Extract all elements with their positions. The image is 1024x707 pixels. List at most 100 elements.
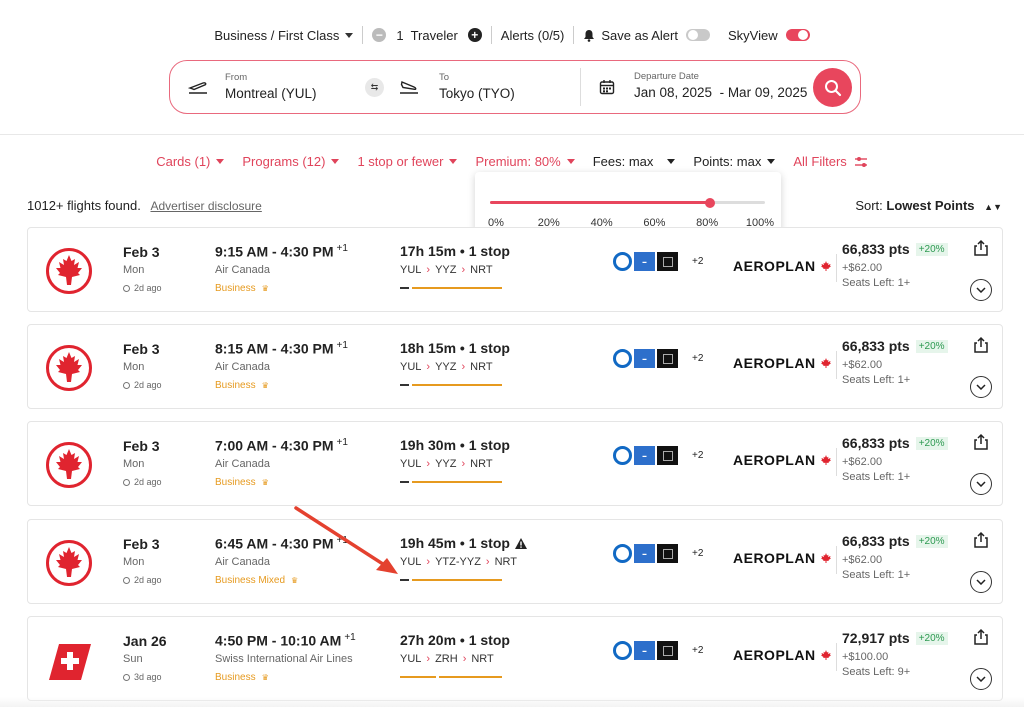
advertiser-disclosure-link[interactable]: Advertiser disclosure <box>150 199 261 213</box>
airport-code: YUL <box>400 264 422 276</box>
to-field[interactable]: To Tokyo (TYO) <box>385 61 580 113</box>
premium-slider-track[interactable] <box>490 197 765 208</box>
from-field[interactable]: From Montreal (YUL) ⇆ <box>170 61 385 113</box>
to-label: To <box>439 72 450 83</box>
airport-code: NRT <box>494 556 518 568</box>
filter-all[interactable]: All Filters <box>784 154 876 169</box>
search-bar: From Montreal (YUL) ⇆ To Tokyo (TYO) Dep… <box>169 60 861 114</box>
chevron-down-icon <box>216 159 225 164</box>
airport-code: YTZ-YYZ <box>435 556 481 568</box>
alerts-link[interactable]: Alerts (0/5) <box>492 28 574 43</box>
flight-card[interactable]: Feb 3 Mon 2d ago 8:15 AM - 4:30 PM +1 Air Can… <box>27 324 1003 409</box>
cabin-select[interactable]: Business / First Class <box>205 28 362 43</box>
skyview-toggle[interactable] <box>785 29 810 41</box>
expand-button[interactable] <box>970 668 992 690</box>
share-icon[interactable] <box>972 531 990 549</box>
flight-card[interactable]: Jan 26 Sun 3d ago 4:50 PM - 10:10 AM +1 Swiss… <box>27 616 1003 701</box>
more-cards-count: +2 <box>692 450 704 461</box>
share-icon[interactable] <box>972 336 990 354</box>
cabin-class-text: Business <box>215 380 256 391</box>
expand-button[interactable] <box>970 279 992 301</box>
save-alert-toggle[interactable] <box>685 29 710 41</box>
filter-premium[interactable]: Premium: 80% <box>466 154 583 169</box>
calendar-icon <box>599 80 615 95</box>
share-icon[interactable] <box>972 628 990 646</box>
filter-label: Cards (1) <box>156 154 211 169</box>
points-price: 66,833 pts +20% <box>842 241 948 257</box>
chevron-down-icon <box>976 384 986 390</box>
filter-label: Points: max <box>693 154 762 169</box>
search-button[interactable] <box>813 68 852 107</box>
chevron-down-icon <box>345 32 354 38</box>
credit-cards: ▬ +2 <box>613 252 703 271</box>
flight-duration: 18h 15m • 1 stop <box>400 340 510 356</box>
swap-icon[interactable]: ⇆ <box>365 78 384 97</box>
bonus-badge: +20% <box>915 534 948 548</box>
maple-leaf-icon <box>820 358 831 368</box>
program-logo: AEROPLAN <box>733 550 832 566</box>
capital-one-card-icon <box>657 349 678 368</box>
top-bar: Business / First Class − 1 Traveler + Al… <box>0 24 1024 46</box>
points-value: 66,833 pts <box>842 241 910 257</box>
bonus-badge: +20% <box>915 631 948 645</box>
filter-programs[interactable]: Programs (12) <box>233 154 348 169</box>
cabin-class-text: Business <box>215 672 256 683</box>
cabin-class: Business ♛ <box>215 283 269 294</box>
scroll-fade <box>0 697 1024 707</box>
expand-button[interactable] <box>970 473 992 495</box>
filter-points[interactable]: Points: max <box>684 154 784 169</box>
date-label: Departure Date <box>634 71 699 82</box>
flight-weekday: Mon <box>123 361 145 373</box>
header-divider <box>0 134 1024 135</box>
traveler-count: 1 Traveler <box>396 27 458 43</box>
date-field[interactable]: Departure Date Jan 08, 2025 - Mar 09, 20… <box>580 68 810 106</box>
flight-duration-text: 19h 45m • 1 stop <box>400 535 510 551</box>
to-value: Tokyo (TYO) <box>439 86 515 101</box>
flight-times: 9:15 AM - 4:30 PM +1 <box>215 243 348 260</box>
premium-slider-fill <box>490 201 710 204</box>
filter-fees[interactable]: Fees: max <box>584 154 685 169</box>
filter-stops[interactable]: 1 stop or fewer <box>348 154 466 169</box>
points-price: 66,833 pts +20% <box>842 533 948 549</box>
last-seen-text: 2d ago <box>134 477 162 487</box>
flight-duration-text: 18h 15m • 1 stop <box>400 340 510 356</box>
last-seen-text: 2d ago <box>134 575 162 585</box>
cabin-class-text: Business <box>215 477 256 488</box>
flight-duration: 19h 30m • 1 stop <box>400 437 510 453</box>
amex-card-icon: ▬ <box>634 544 655 563</box>
crown-icon: ♛ <box>261 284 269 293</box>
filter-cards[interactable]: Cards (1) <box>147 154 233 169</box>
chevron-down-icon <box>767 159 776 164</box>
premium-slider-handle[interactable] <box>705 197 715 208</box>
flight-card[interactable]: Feb 3 Mon 2d ago 6:45 AM - 4:30 PM +1 Air Can… <box>27 519 1003 604</box>
flight-duration: 27h 20m • 1 stop <box>400 632 510 648</box>
share-icon[interactable] <box>972 433 990 451</box>
filter-bar: Cards (1) Programs (12) 1 stop or fewer … <box>0 154 1024 169</box>
seats-left: Seats Left: 1+ <box>842 277 911 289</box>
expand-button[interactable] <box>970 571 992 593</box>
flight-duration: 17h 15m • 1 stop <box>400 243 510 259</box>
amex-card-icon: ▬ <box>634 349 655 368</box>
skyview-toggle-group[interactable]: SkyView <box>719 28 819 43</box>
airline-name: Air Canada <box>215 556 271 568</box>
flight-times-text: 8:15 AM - 4:30 PM <box>215 340 334 357</box>
chevron-down-icon <box>331 159 340 164</box>
airport-code: NRT <box>470 361 493 373</box>
sort-select[interactable]: Sort: Lowest Points ▲▼ <box>855 198 1002 213</box>
save-alert-toggle-group[interactable]: Save as Alert <box>574 28 719 43</box>
flight-times-text: 7:00 AM - 4:30 PM <box>215 437 334 454</box>
skyview-label: SkyView <box>727 27 778 43</box>
results-count-text: 1012+ flights found. <box>27 198 141 213</box>
last-seen-text: 2d ago <box>134 380 162 390</box>
expand-button[interactable] <box>970 376 992 398</box>
flight-card[interactable]: Feb 3 Mon 2d ago 9:15 AM - 4:30 PM +1 Air Can… <box>27 227 1003 312</box>
flight-duration-text: 17h 15m • 1 stop <box>400 243 510 259</box>
share-icon[interactable] <box>972 239 990 257</box>
chevron-down-icon <box>976 676 986 682</box>
clock-icon <box>123 673 130 681</box>
airport-code: NRT <box>470 458 493 470</box>
minus-icon[interactable]: − <box>372 28 387 42</box>
plus-icon[interactable]: + <box>467 28 482 42</box>
flight-card[interactable]: Feb 3 Mon 2d ago 7:00 AM - 4:30 PM +1 Air Can… <box>27 421 1003 506</box>
clock-icon <box>123 381 130 389</box>
